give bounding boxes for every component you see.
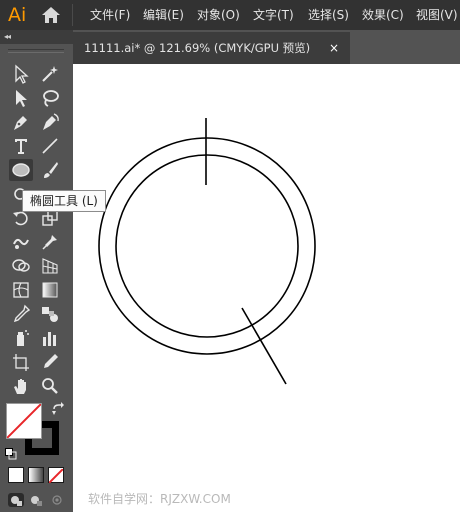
document-tab-bar: 11111.ai* @ 121.69% (CMYK/GPU 预览) × — [73, 30, 460, 64]
mesh-tool-icon[interactable] — [9, 279, 33, 301]
color-mode-button[interactable] — [8, 467, 24, 483]
watermark: 软件自学网：RJZXW.COM — [88, 492, 231, 506]
menu-effect[interactable]: 效果(C) — [362, 0, 404, 30]
curvature-tool-icon[interactable] — [38, 111, 62, 133]
panel-grip[interactable] — [8, 49, 64, 53]
none-slash-icon — [6, 403, 42, 439]
collapse-panel-icon[interactable]: ◂◂ — [4, 30, 11, 44]
line-segment-tool-icon[interactable] — [38, 135, 62, 157]
menu-bar: Ai 文件(F) 编辑(E) 对象(O) 文字(T) 选择(S) 效果(C) 视… — [0, 0, 460, 30]
close-tab-icon[interactable]: × — [329, 32, 339, 64]
shape-builder-tool-icon[interactable] — [9, 255, 33, 277]
puppet-warp-tool-icon[interactable] — [38, 231, 62, 253]
gradient-tool-icon[interactable] — [38, 279, 62, 301]
perspective-grid-tool-icon[interactable] — [38, 255, 62, 277]
warp-tool-icon[interactable] — [9, 231, 33, 253]
symbol-sprayer-tool-icon[interactable] — [9, 327, 33, 349]
artboard-tool-icon[interactable] — [9, 351, 33, 373]
zoom-tool-icon[interactable] — [38, 375, 62, 397]
draw-normal-icon[interactable] — [7, 492, 25, 508]
draw-inside-icon[interactable] — [48, 492, 66, 508]
swap-fill-stroke-icon[interactable] — [47, 400, 71, 422]
inner-circle[interactable] — [115, 154, 299, 338]
outer-circle[interactable] — [98, 137, 316, 355]
lasso-tool-icon[interactable] — [38, 87, 62, 109]
menu-select[interactable]: 选择(S) — [308, 0, 349, 30]
ellipse-tool-tooltip: 椭圆工具 (L) — [22, 190, 106, 212]
artboard-canvas[interactable] — [73, 64, 460, 512]
gradient-mode-button[interactable] — [28, 467, 44, 483]
home-icon[interactable] — [40, 5, 62, 25]
tools-panel: ◂◂ — [0, 30, 73, 512]
menu-view[interactable]: 视图(V) — [416, 0, 458, 30]
panel-header: ◂◂ — [0, 30, 73, 44]
slice-tool-icon[interactable] — [38, 351, 62, 373]
artwork — [98, 118, 316, 385]
eyedropper-tool-icon[interactable] — [9, 303, 33, 325]
direct-selection-tool-icon[interactable] — [9, 87, 33, 109]
default-fill-stroke-icon[interactable] — [5, 445, 17, 460]
document-tab[interactable]: 11111.ai* @ 121.69% (CMYK/GPU 预览) × — [73, 32, 350, 64]
menu-edit[interactable]: 编辑(E) — [143, 0, 184, 30]
blend-tool-icon[interactable] — [38, 303, 62, 325]
selection-tool-icon[interactable] — [9, 63, 33, 85]
menu-file[interactable]: 文件(F) — [90, 0, 130, 30]
app-logo: Ai — [8, 4, 27, 26]
magic-wand-tool-icon[interactable] — [38, 63, 62, 85]
menu-divider — [72, 4, 73, 26]
pen-tool-icon[interactable] — [9, 111, 33, 133]
fill-swatch[interactable] — [6, 403, 42, 439]
menu-type[interactable]: 文字(T) — [253, 0, 294, 30]
document-tab-title: 11111.ai* @ 121.69% (CMYK/GPU 预览) — [84, 41, 311, 55]
paintbrush-tool-icon[interactable] — [38, 159, 62, 181]
none-mode-button[interactable] — [48, 467, 64, 484]
menu-object[interactable]: 对象(O) — [197, 0, 240, 30]
type-tool-icon[interactable] — [9, 135, 33, 157]
column-graph-tool-icon[interactable] — [38, 327, 62, 349]
draw-behind-icon[interactable] — [28, 492, 46, 508]
hand-tool-icon[interactable] — [9, 375, 33, 397]
ellipse-tool-icon[interactable] — [9, 159, 33, 181]
